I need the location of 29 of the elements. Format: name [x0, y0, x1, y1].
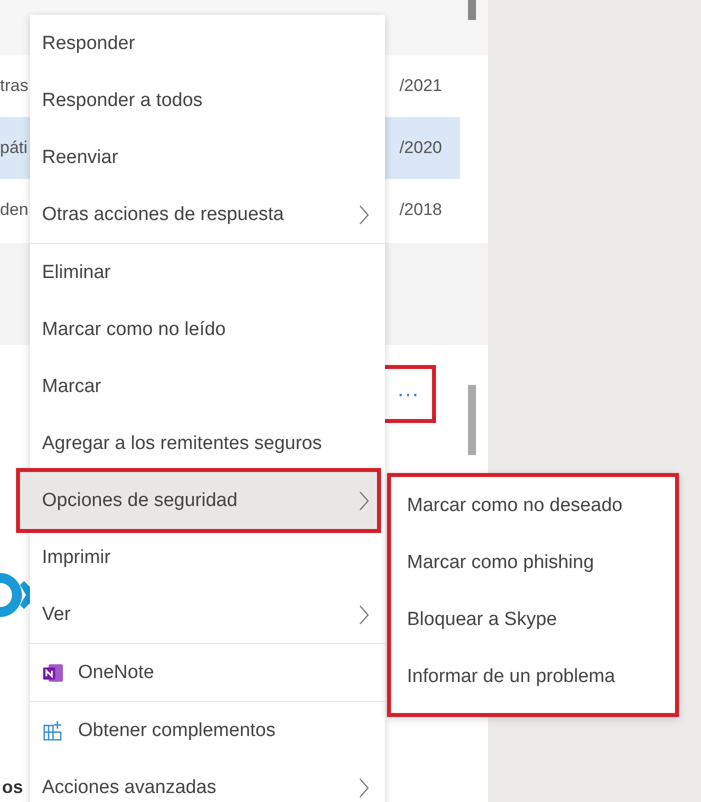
menu-item[interactable]: Marcar como phishing	[391, 534, 675, 591]
menu-item[interactable]: Reenviar	[30, 129, 385, 186]
menu-item[interactable]: Informar de un problema	[391, 648, 675, 705]
menu-item[interactable]: Bloquear a Skype	[391, 591, 675, 648]
menu-item[interactable]: Marcar como no leído	[30, 301, 385, 358]
menu-item[interactable]: Acciones avanzadas	[30, 759, 385, 802]
sender-text: páti	[0, 138, 28, 158]
menu-item[interactable]: Otras acciones de respuesta	[30, 186, 385, 243]
footer-text: os	[2, 777, 24, 798]
scrollbar-thumb[interactable]	[468, 385, 476, 455]
menu-item[interactable]: Eliminar	[30, 244, 385, 301]
menu-item[interactable]: Opciones de seguridad	[20, 472, 377, 529]
chevron-right-icon	[359, 490, 369, 510]
chevron-right-icon	[359, 778, 369, 798]
menu-item[interactable]: OneNote	[30, 644, 385, 701]
notebook-icon	[42, 662, 64, 684]
chevron-right-icon	[359, 604, 369, 624]
menu-item[interactable]: Ver	[30, 586, 385, 643]
chevron-right-icon	[359, 204, 369, 224]
sender-text: tras	[0, 76, 28, 96]
menu-item[interactable]: Responder	[30, 15, 385, 72]
date-text: /2021	[399, 76, 442, 96]
date-text: /2020	[399, 138, 442, 158]
scrollbar-thumb[interactable]	[468, 0, 476, 20]
menu-item[interactable]: Imprimir	[30, 529, 385, 586]
grid-plus-icon	[42, 720, 64, 742]
menu-item[interactable]: Marcar como no deseado	[391, 477, 675, 534]
menu-item[interactable]: Responder a todos	[30, 72, 385, 129]
menu-item[interactable]: Obtener complementos	[30, 702, 385, 759]
